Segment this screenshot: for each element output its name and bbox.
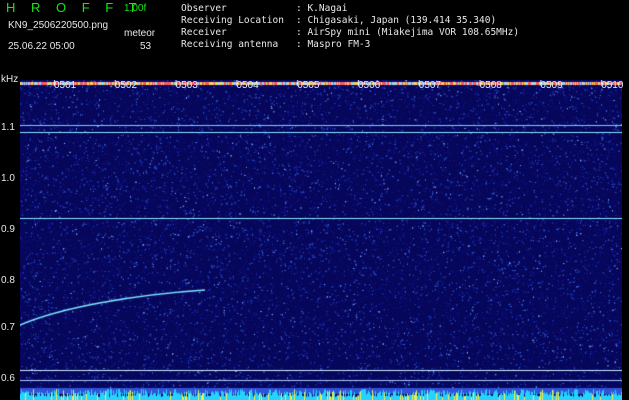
date-time: 25.06.22 05:00: [8, 41, 75, 52]
time-tick-label: 0506: [358, 80, 381, 91]
observer-label: Observer: [181, 3, 227, 14]
y-tick-label: 0.7: [1, 322, 15, 333]
location-label: Receiving Location: [181, 15, 284, 26]
location-value: : Chigasaki, Japan (139.414 35.340): [296, 15, 497, 26]
app-title: H R O F F T: [6, 0, 143, 15]
file-name: KN9_2506220500.png: [8, 20, 109, 31]
time-tick-label: 0508: [479, 80, 502, 91]
detection-label: meteor: [124, 28, 156, 39]
y-tick-label: 1.0: [1, 173, 15, 184]
time-tick-label: 0503: [175, 80, 198, 91]
receiver-label: Receiver: [181, 27, 227, 38]
time-tick-label: 0505: [297, 80, 320, 91]
y-tick-label: 0.8: [1, 275, 15, 286]
y-axis-unit: kHz: [1, 74, 19, 85]
y-tick-label: 1.1: [1, 122, 15, 133]
spectrogram-canvas[interactable]: [20, 80, 622, 400]
time-tick-label: 0501: [54, 80, 77, 91]
time-tick-label: 0507: [418, 80, 442, 91]
time-tick-label: 0510: [601, 80, 624, 91]
antenna-value: : Maspro FM-3: [296, 39, 371, 50]
app-version: 1.00f: [124, 3, 147, 14]
time-tick-label: 0502: [114, 80, 138, 91]
y-tick-label: 0.9: [1, 224, 15, 235]
detection-count: 53: [140, 41, 152, 52]
receiver-value: : AirSpy mini (Miakejima VOR 108.65MHz): [296, 27, 520, 38]
observer-value: : K.Nagai: [296, 3, 348, 14]
y-tick-label: 0.6: [1, 373, 15, 384]
antenna-label: Receiving antenna: [181, 39, 279, 50]
time-tick-label: 0509: [540, 80, 563, 91]
time-tick-label: 0504: [236, 80, 259, 91]
header-panel: H R O F F T 1.00f KN9_2506220500.png met…: [0, 0, 629, 80]
